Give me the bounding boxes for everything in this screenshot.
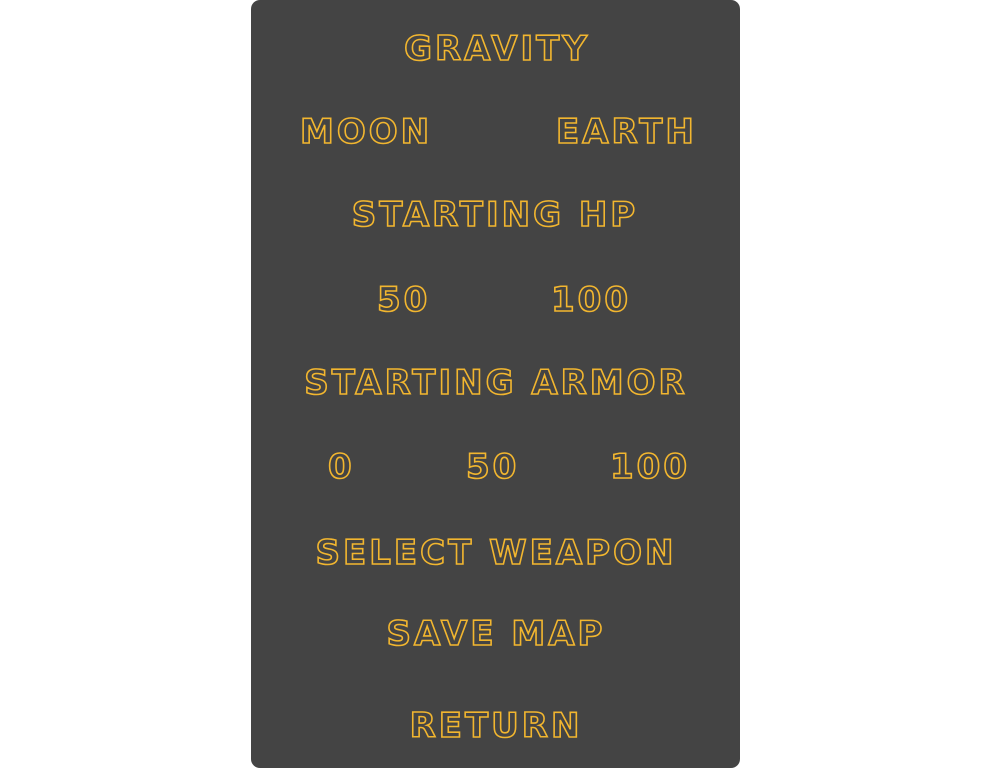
starting-hp-heading: STARTING HP (351, 194, 639, 236)
gravity-earth-option[interactable]: EARTH (555, 109, 697, 155)
armor-100-option[interactable]: 100 (609, 444, 690, 490)
gravity-heading: GRAVITY (403, 28, 590, 70)
armor-0-option[interactable]: 0 (327, 444, 355, 490)
hp-100-option[interactable]: 100 (550, 277, 631, 323)
armor-50-option[interactable]: 50 (465, 444, 519, 490)
return-button[interactable]: RETURN (409, 703, 583, 749)
hp-50-option[interactable]: 50 (376, 277, 430, 323)
select-weapon-button[interactable]: SELECT WEAPON (315, 530, 677, 576)
gravity-moon-option[interactable]: MOON (299, 109, 432, 155)
save-map-button[interactable]: SAVE MAP (386, 611, 606, 657)
starting-armor-heading: STARTING ARMOR (303, 362, 688, 404)
